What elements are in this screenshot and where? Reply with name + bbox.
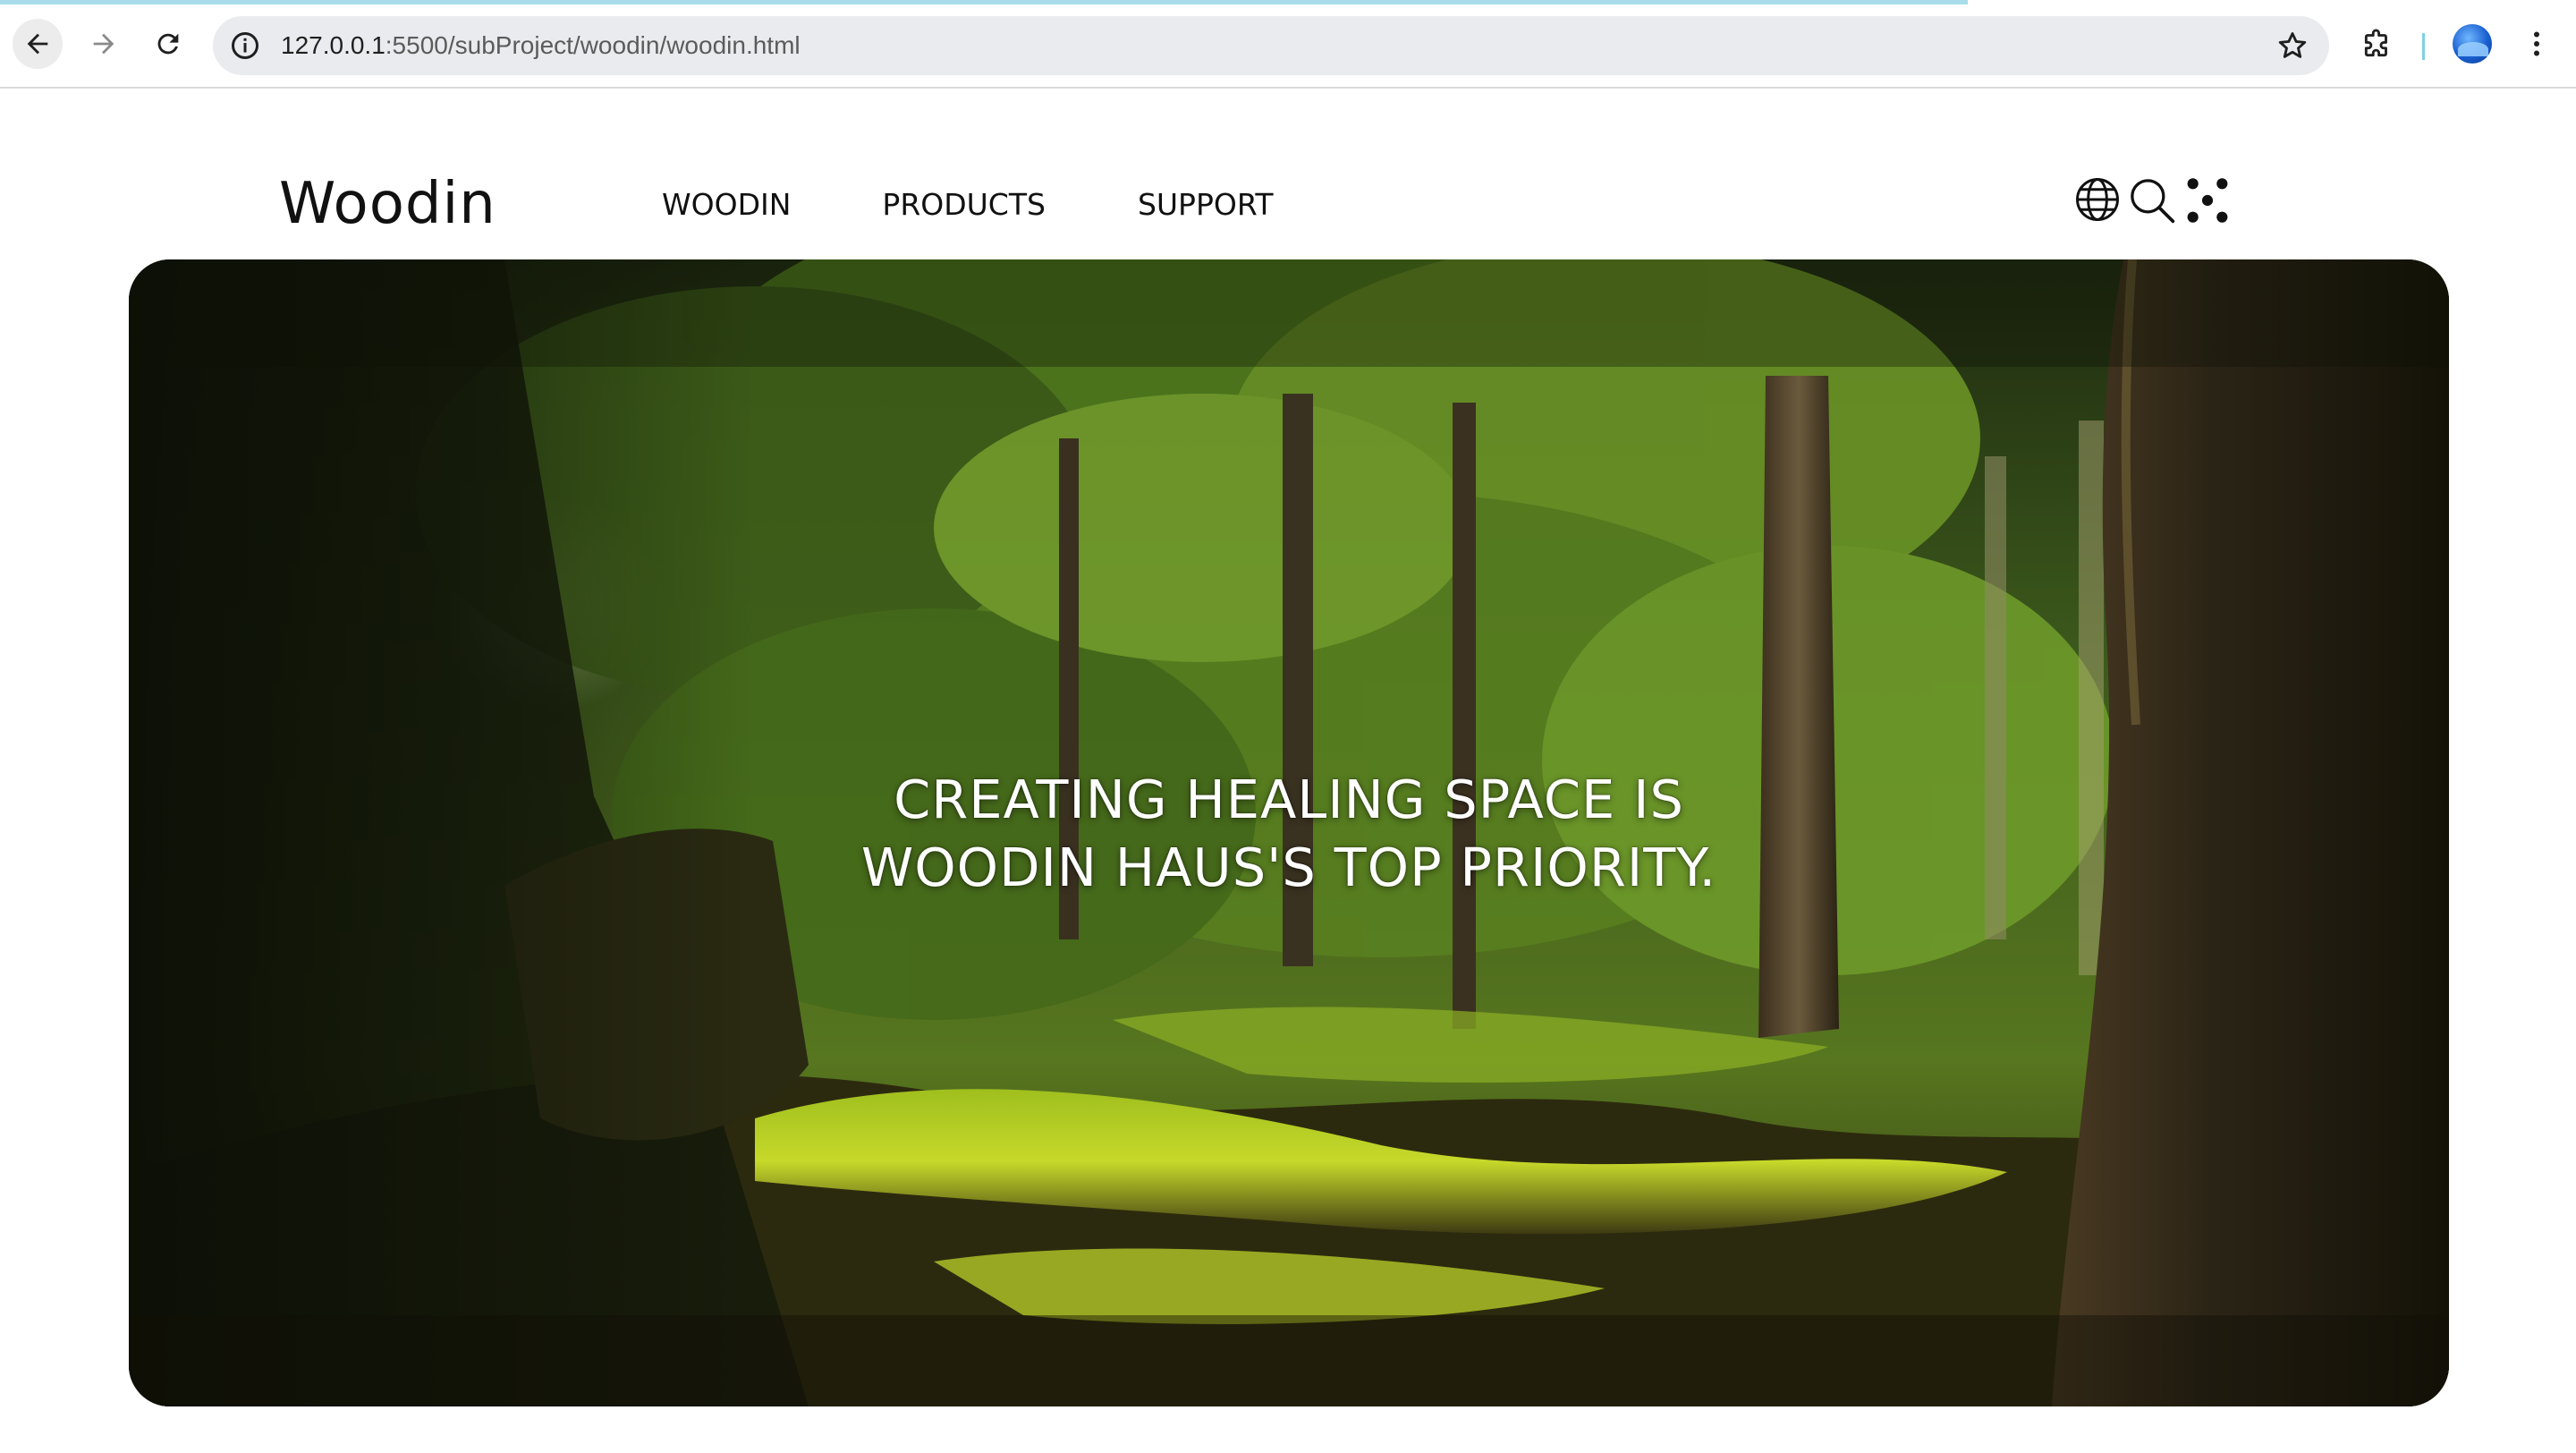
- hero-headline-line-2: WOODIN HAUS'S TOP PRIORITY.: [860, 837, 1717, 898]
- main-nav: WOODIN PRODUCTS SUPPORT: [662, 183, 1274, 227]
- star-icon[interactable]: [2275, 29, 2309, 63]
- info-icon[interactable]: [229, 30, 261, 62]
- browser-toolbar: 127.0.0.1:5500/subProject/woodin/woodin.…: [0, 4, 2576, 89]
- site-logo[interactable]: Woodin: [279, 168, 496, 240]
- nav-item-support[interactable]: SUPPORT: [1138, 183, 1274, 227]
- url-text[interactable]: 127.0.0.1:5500/subProject/woodin/woodin.…: [281, 16, 801, 75]
- toolbar-separator: [2422, 33, 2425, 60]
- hero-headline: CREATING HEALING SPACE IS WOODIN HAUS'S …: [129, 766, 2449, 902]
- avatar: [2453, 24, 2492, 64]
- kebab-menu-icon: [2534, 31, 2539, 56]
- globe-icon[interactable]: [2073, 175, 2122, 224]
- hero-banner: CREATING HEALING SPACE IS WOODIN HAUS'S …: [129, 259, 2449, 1406]
- browser-menu-button[interactable]: [2512, 19, 2562, 69]
- forward-button[interactable]: [79, 19, 129, 69]
- puzzle-icon: [2364, 29, 2387, 57]
- url-path: :5500/subProject/woodin/woodin.html: [385, 31, 801, 59]
- reload-icon: [157, 33, 179, 55]
- dots-grid-icon[interactable]: [2182, 175, 2233, 225]
- back-button[interactable]: [13, 19, 63, 69]
- profile-button[interactable]: [2447, 19, 2497, 69]
- nav-item-products[interactable]: PRODUCTS: [882, 183, 1046, 227]
- search-icon[interactable]: [2127, 175, 2177, 225]
- url-host: 127.0.0.1: [281, 31, 386, 59]
- extensions-button[interactable]: [2352, 19, 2402, 69]
- address-bar[interactable]: 127.0.0.1:5500/subProject/woodin/woodin.…: [213, 16, 2329, 75]
- nav-item-woodin[interactable]: WOODIN: [662, 183, 791, 227]
- arrow-left-icon: [27, 33, 48, 55]
- reload-button[interactable]: [143, 19, 193, 69]
- hero-headline-line-1: CREATING HEALING SPACE IS: [894, 769, 1684, 830]
- arrow-right-icon: [93, 33, 114, 55]
